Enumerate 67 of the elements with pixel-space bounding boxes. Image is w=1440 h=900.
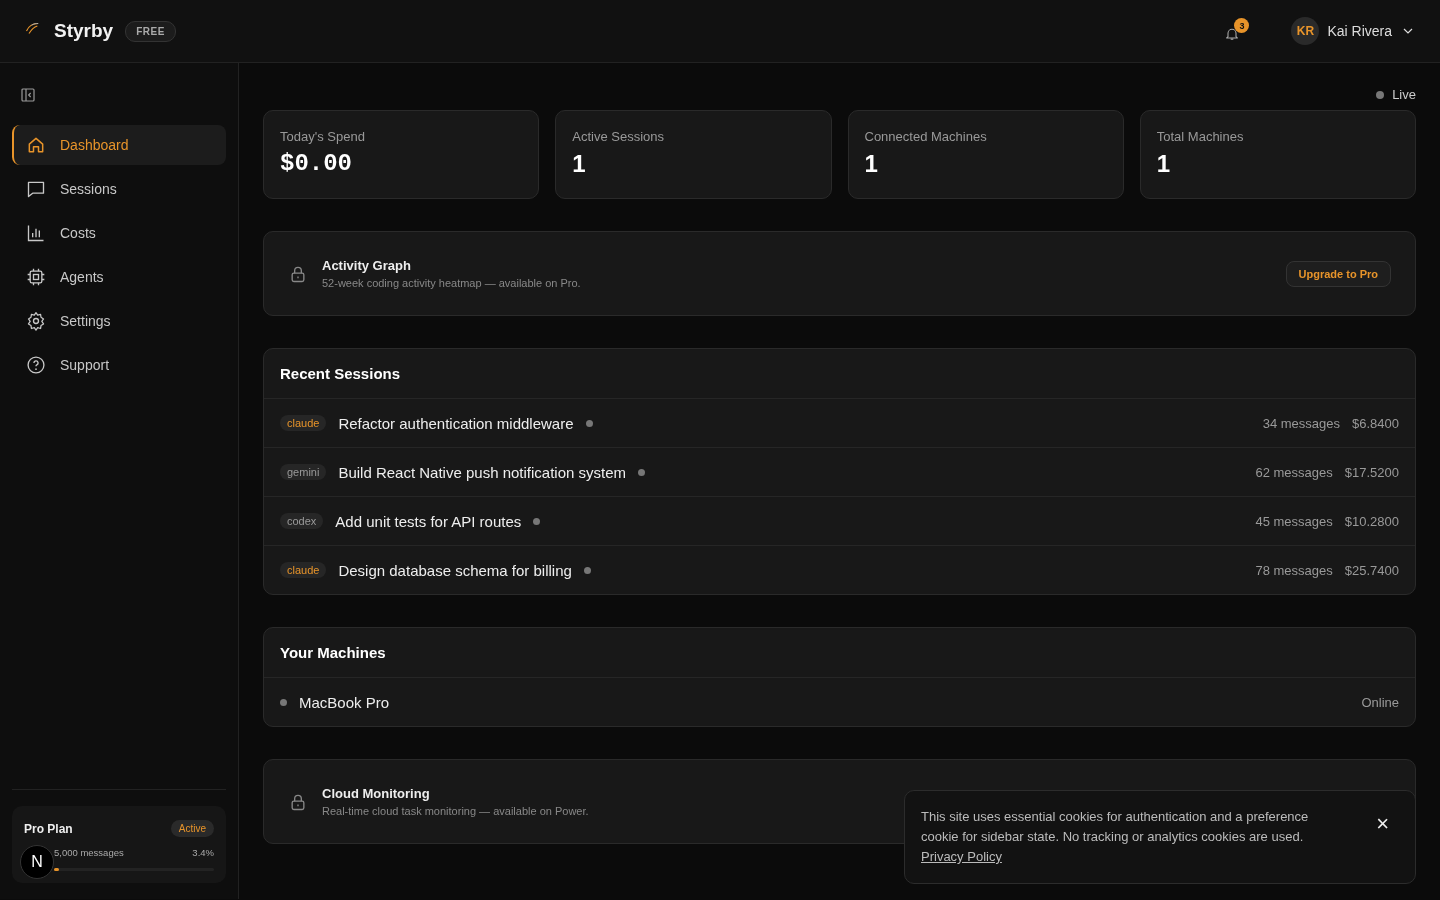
sidebar-item[interactable]: Sessions: [12, 169, 226, 209]
help-icon: [26, 355, 46, 375]
notification-count: 3: [1234, 18, 1250, 33]
agent-tag: codex: [280, 513, 324, 529]
upgrade-button[interactable]: Upgrade to Pro: [1285, 260, 1391, 287]
machine-name: MacBook Pro: [299, 693, 390, 711]
stat-value: 1: [1156, 150, 1172, 178]
stat-label: Total Machines: [1156, 129, 1245, 144]
message-count: 34 messages: [1262, 415, 1340, 431]
agent-tag: claude: [280, 562, 327, 578]
home-icon: [26, 135, 46, 155]
feature-description: Real-time cloud task monitoring — available on Power.: [322, 805, 589, 817]
session-title[interactable]: Refactor authentication middleware: [338, 414, 574, 432]
live-indicator: Live: [1376, 87, 1416, 102]
sidebar-item[interactable]: Support: [12, 345, 226, 385]
chat-bubble-icon: [26, 179, 46, 199]
settings-icon: [26, 311, 46, 331]
sidebar-item[interactable]: Agents: [12, 257, 226, 297]
usage-label: 5,000 messages: [54, 847, 124, 858]
sidebar-item[interactable]: Dashboard: [12, 125, 226, 165]
bell-icon: [1224, 26, 1241, 42]
cookie-notice-text: This site uses essential cookies for authentication and a preference cookie for sidebar state. No tracking or analytics cookies are used. Privacy Policy: [921, 808, 1310, 866]
sidebar-toggle-icon: [20, 87, 36, 103]
stat-label: Today's Spend: [280, 129, 366, 144]
session-cost: $25.7400: [1344, 562, 1399, 578]
avatar: KR: [1291, 17, 1320, 45]
session-cost: $6.8400: [1352, 415, 1399, 431]
message-count: 78 messages: [1255, 562, 1333, 578]
status-dot: [585, 419, 593, 427]
message-count: 62 messages: [1255, 464, 1333, 480]
user-menu[interactable]: KR Kai Rivera: [1291, 17, 1416, 45]
agent-tag: gemini: [280, 464, 327, 480]
message-count: 45 messages: [1255, 513, 1333, 529]
sidebar-item[interactable]: Settings: [12, 301, 226, 341]
feature-description: 52-week coding activity heatmap — available on Pro.: [322, 277, 581, 289]
notifications-button[interactable]: 3: [1222, 18, 1250, 44]
session-title[interactable]: Design database schema for billing: [338, 561, 572, 579]
feature-title: Cloud Monitoring: [322, 786, 430, 801]
usage-percent: 3.4%: [192, 847, 214, 858]
status-dot: [583, 566, 591, 574]
session-cost: $17.5200: [1344, 464, 1399, 480]
bar-chart-icon: [26, 223, 46, 243]
panel-title: Your Machines: [264, 628, 1415, 678]
chip-icon: [26, 267, 46, 287]
status-dot: [638, 468, 646, 476]
stat-value: $0.00: [280, 150, 353, 177]
privacy-policy-link[interactable]: Privacy Policy: [921, 849, 1002, 864]
stat-label: Active Sessions: [572, 129, 665, 144]
stat-label: Connected Machines: [864, 129, 988, 144]
status-dot: [533, 517, 541, 525]
machine-status: Online: [1361, 694, 1399, 710]
close-button[interactable]: ×: [1366, 813, 1399, 835]
dev-tools-button[interactable]: N: [20, 845, 54, 879]
panel-title: Recent Sessions: [264, 349, 1415, 399]
plan-status: Active: [170, 820, 214, 837]
plan-badge: FREE: [125, 20, 176, 42]
stat-value: 1: [864, 150, 879, 178]
session-cost: $10.2800: [1344, 513, 1399, 529]
plan-name: Pro Plan: [24, 821, 73, 836]
feature-title: Activity Graph: [322, 258, 411, 273]
agent-tag: claude: [280, 415, 327, 431]
brand-name[interactable]: Styrby: [54, 20, 114, 42]
sidebar-item[interactable]: Costs: [12, 213, 226, 253]
session-title[interactable]: Add unit tests for API routes: [335, 512, 522, 530]
status-dot: [280, 698, 287, 706]
session-title[interactable]: Build React Native push notification system: [338, 463, 627, 481]
stat-value: 1: [572, 150, 587, 178]
